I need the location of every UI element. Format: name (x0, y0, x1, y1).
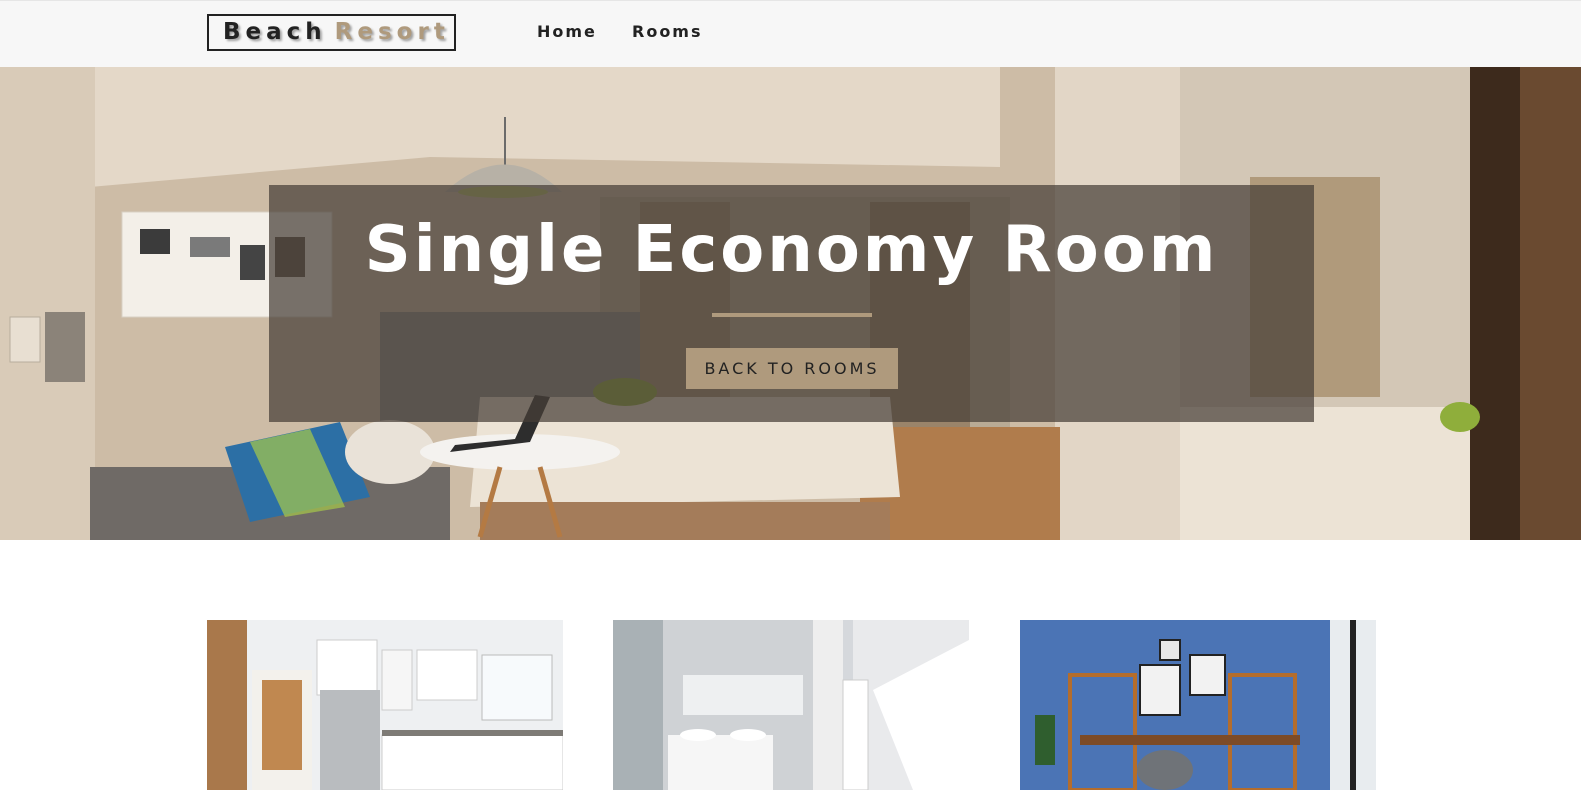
room-image-office (1020, 620, 1376, 790)
site-logo[interactable]: Beach Resort (207, 14, 456, 51)
hero-section: Single Economy Room BACK TO ROOMS (0, 67, 1581, 540)
title-underline (712, 313, 872, 317)
nav-link-home[interactable]: Home (537, 22, 597, 41)
logo-word-beach: Beach (223, 19, 327, 45)
hero-banner: Single Economy Room BACK TO ROOMS (269, 185, 1314, 422)
back-to-rooms-button[interactable]: BACK TO ROOMS (686, 348, 898, 389)
nav-link-rooms[interactable]: Rooms (632, 22, 703, 41)
navbar: Beach Resort Home Rooms (0, 0, 1581, 67)
room-image-kitchen (207, 620, 563, 790)
room-title: Single Economy Room (364, 213, 1219, 287)
logo-word-resort: Resort (334, 19, 450, 45)
room-image-bathroom (613, 620, 969, 790)
